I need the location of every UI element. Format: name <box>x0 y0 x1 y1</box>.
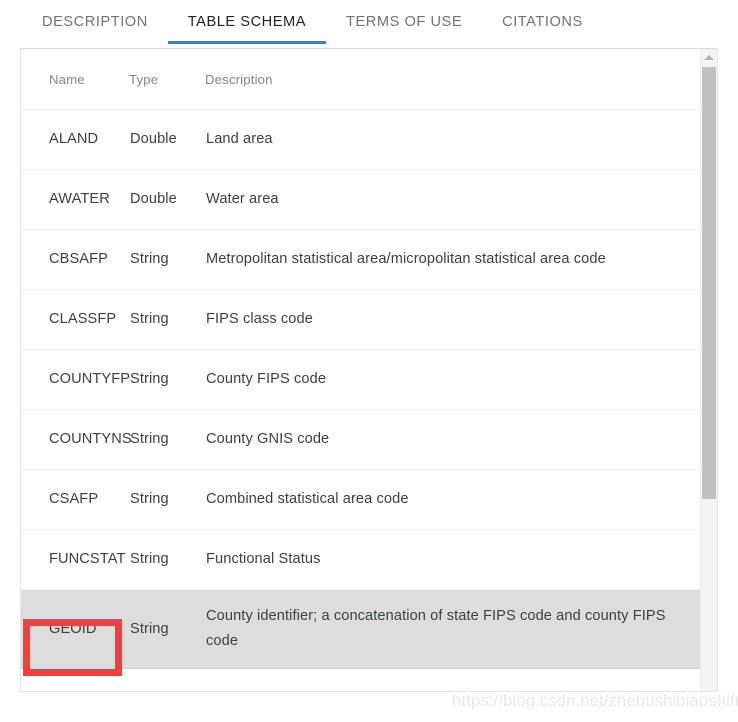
column-header-type: Type <box>129 49 205 110</box>
tab-label: TERMS OF USE <box>346 14 463 30</box>
schema-table: Name Type Description ALAND Double Land … <box>21 49 700 669</box>
scroll-up-button[interactable] <box>701 49 717 65</box>
tab-label: TABLE SCHEMA <box>187 14 307 30</box>
cell-description: Metropolitan statistical area/micropolit… <box>205 229 700 290</box>
cell-description: Land area <box>205 109 700 170</box>
scrollbar-thumb[interactable] <box>702 67 716 499</box>
table-row-selected[interactable]: GEOID String County identifier; a concat… <box>21 589 700 669</box>
table-row[interactable]: AWATER Double Water area <box>21 169 700 230</box>
cell-description: Functional Status <box>205 529 700 590</box>
cell-name: CSAFP <box>21 469 129 530</box>
cell-name: GEOID <box>21 589 129 669</box>
table-header-row: Name Type Description <box>21 49 700 110</box>
tab-description[interactable]: DESCRIPTION <box>22 0 168 44</box>
cell-name: CBSAFP <box>21 229 129 290</box>
tab-terms-of-use[interactable]: TERMS OF USE <box>326 0 482 44</box>
table-row[interactable]: COUNTYNS String County GNIS code <box>21 409 700 470</box>
tab-bar: DESCRIPTION TABLE SCHEMA TERMS OF USE CI… <box>0 0 738 44</box>
cell-name: FUNCSTAT <box>21 529 129 590</box>
cell-name: ALAND <box>21 109 129 170</box>
triangle-up-icon <box>704 54 714 60</box>
cell-type: String <box>129 589 205 669</box>
cell-description: Combined statistical area code <box>205 469 700 530</box>
cell-type: String <box>129 229 205 290</box>
table-scroll-viewport: Name Type Description ALAND Double Land … <box>21 49 700 691</box>
column-header-description: Description <box>205 49 700 110</box>
active-tab-indicator <box>167 41 327 44</box>
cell-type: String <box>129 529 205 590</box>
table-schema-panel: Name Type Description ALAND Double Land … <box>20 48 718 692</box>
cell-description: Water area <box>205 169 700 230</box>
table-row[interactable]: COUNTYFP String County FIPS code <box>21 349 700 410</box>
cell-type: Double <box>129 109 205 170</box>
watermark-text: https://blog.csdn.net/zhebushibiaoshifu <box>452 692 738 710</box>
table-row[interactable]: ALAND Double Land area <box>21 109 700 170</box>
tab-label: CITATIONS <box>502 14 583 30</box>
cell-type: String <box>129 469 205 530</box>
cell-name: AWATER <box>21 169 129 230</box>
table-row[interactable]: CBSAFP String Metropolitan statistical a… <box>21 229 700 290</box>
column-header-name: Name <box>21 49 129 110</box>
cell-description: County FIPS code <box>205 349 700 410</box>
cell-name: COUNTYNS <box>21 409 132 470</box>
vertical-scrollbar[interactable] <box>700 49 717 691</box>
cell-type: String <box>129 409 205 470</box>
cell-description: FIPS class code <box>205 289 700 350</box>
table-row[interactable]: CSAFP String Combined statistical area c… <box>21 469 700 530</box>
table-row[interactable]: CLASSFP String FIPS class code <box>21 289 700 350</box>
cell-type: String <box>129 289 205 350</box>
cell-name: COUNTYFP <box>21 349 130 410</box>
table-header: Name Type Description <box>21 49 700 110</box>
cell-name: CLASSFP <box>21 289 129 350</box>
tab-citations[interactable]: CITATIONS <box>482 0 603 44</box>
tab-label: DESCRIPTION <box>42 14 148 30</box>
table-body: ALAND Double Land area AWATER Double Wat… <box>21 109 700 669</box>
cell-description: County GNIS code <box>205 409 700 470</box>
cell-type: Double <box>129 169 205 230</box>
cell-type: String <box>129 349 205 410</box>
tab-table-schema[interactable]: TABLE SCHEMA <box>167 0 327 44</box>
cell-description: County identifier; a concatenation of st… <box>205 589 700 669</box>
table-row[interactable]: FUNCSTAT String Functional Status <box>21 529 700 590</box>
